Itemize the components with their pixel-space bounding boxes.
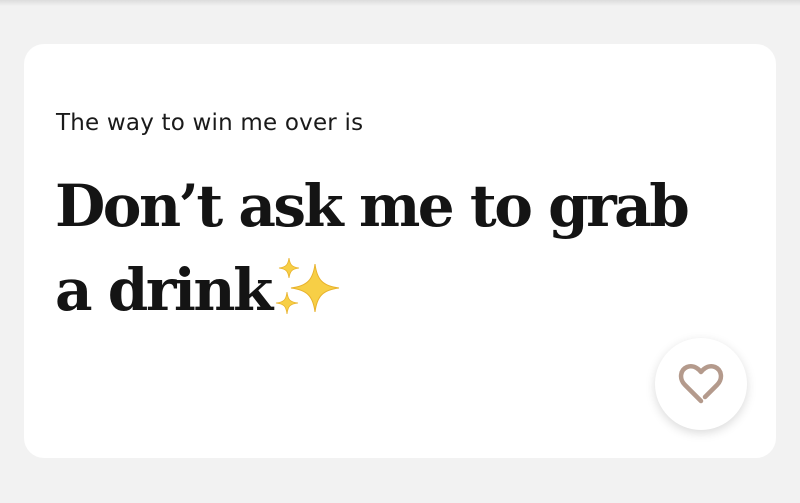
sparkles-icon	[275, 256, 345, 316]
top-divider-shadow	[0, 0, 800, 6]
heart-outline-icon	[678, 363, 724, 404]
prompt-question: The way to win me over is	[56, 110, 364, 136]
prompt-answer-text: Don’t ask me to grab a drink	[55, 172, 690, 324]
prompt-answer: Don’t ask me to grab a drink	[55, 164, 715, 332]
like-button[interactable]	[655, 338, 747, 430]
prompt-card: The way to win me over is Don’t ask me t…	[24, 44, 776, 458]
